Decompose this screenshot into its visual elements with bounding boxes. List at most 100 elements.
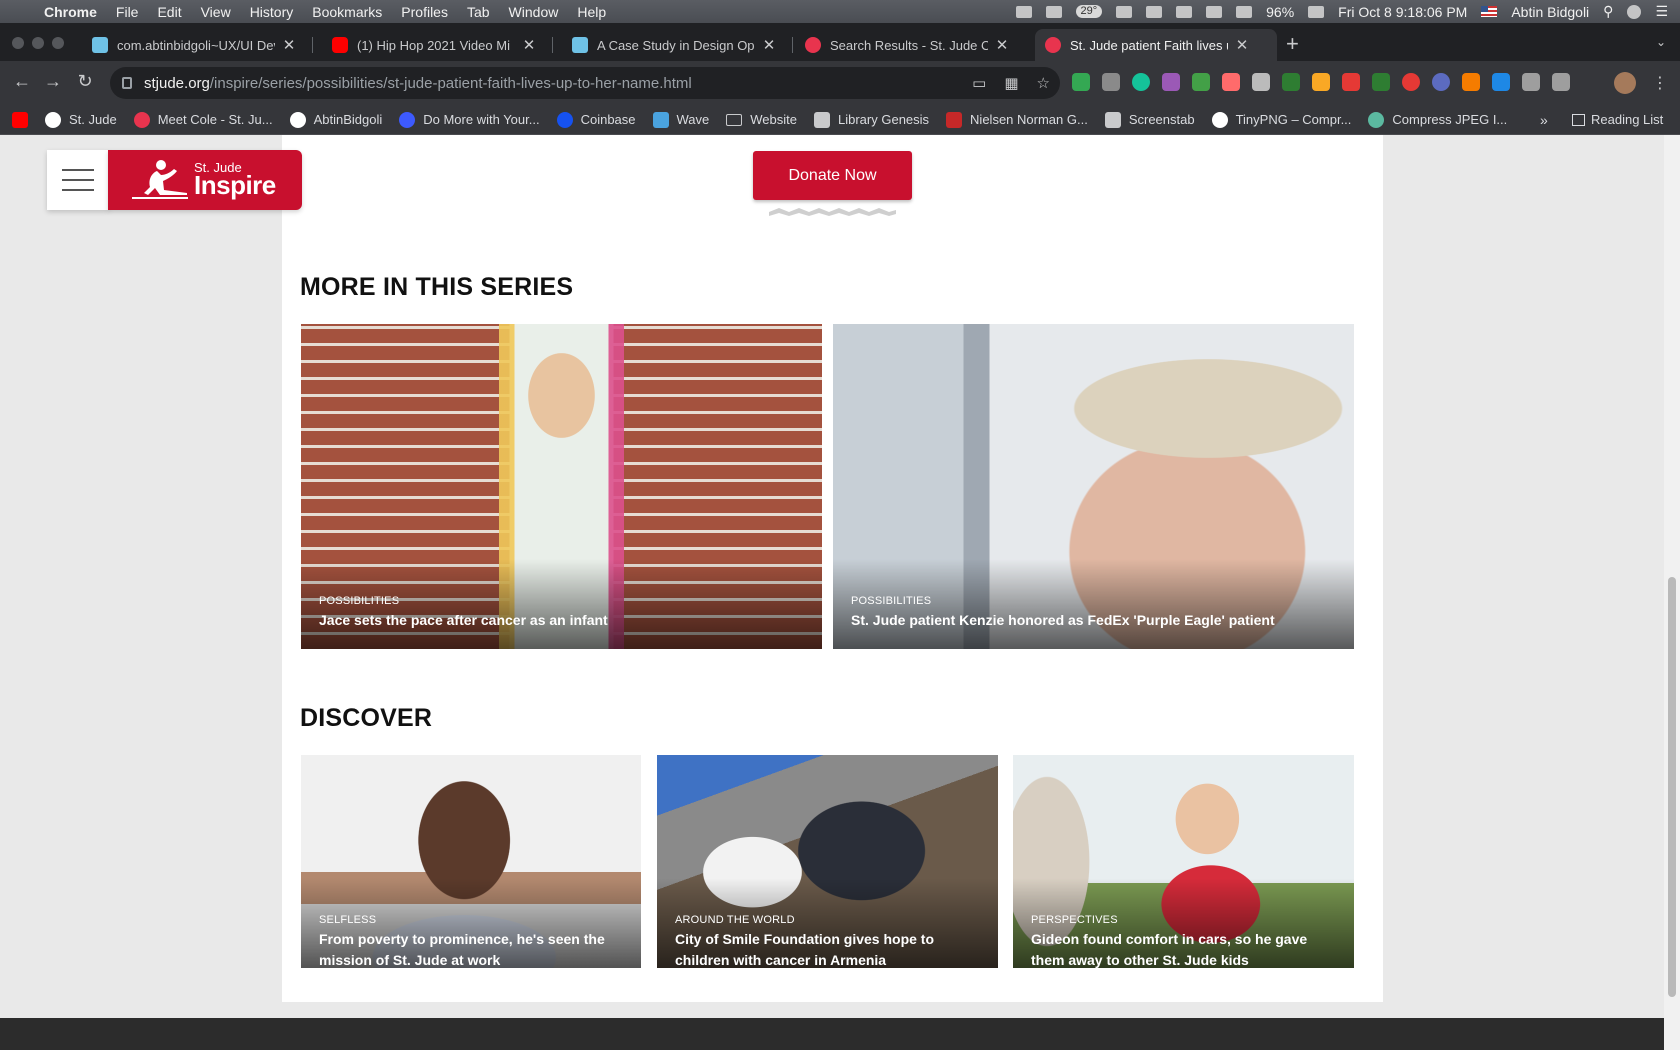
color-picker-icon[interactable] [1222,73,1240,91]
extension-icon[interactable] [1192,73,1210,91]
card-title[interactable]: Jace sets the pace after cancer as an in… [319,610,792,631]
card-title[interactable]: St. Jude patient Kenzie honored as FedEx… [851,610,1324,631]
extension-icon[interactable] [1162,73,1180,91]
calendar-icon[interactable] [1045,5,1062,18]
extension-icon[interactable] [1312,73,1330,91]
metamask-icon[interactable] [1462,73,1480,91]
user-name[interactable]: Abtin Bidgoli [1511,4,1589,20]
extension-new-icon[interactable] [1492,73,1510,91]
card-title[interactable]: Gideon found comfort in cars, so he gave… [1031,929,1324,968]
extension-new-icon[interactable] [1282,73,1300,91]
battery-icon[interactable] [1308,5,1325,18]
scrollbar-thumb[interactable] [1668,577,1676,997]
tab-0[interactable]: com.abtinbidgoli~UX/UI Devel ✕ [82,29,313,61]
page-scrollbar[interactable] [1664,135,1680,1050]
extension-icon[interactable] [1102,73,1120,91]
more-bookmarks-icon[interactable]: » [1540,112,1548,128]
new-tab-icon[interactable]: + [1286,31,1299,57]
bookmark-youtube[interactable] [12,111,28,128]
lock-icon[interactable] [122,77,132,89]
discover-card-gideon[interactable]: PERSPECTIVES Gideon found comfort in car… [1013,755,1354,968]
reload-icon[interactable]: ↻ [74,71,96,92]
puzzle-icon[interactable] [1522,73,1540,91]
menu-window[interactable]: Window [509,4,559,20]
time-machine-icon[interactable] [1146,5,1163,18]
menu-view[interactable]: View [201,4,231,20]
bookmark-meet-cole[interactable]: Meet Cole - St. Ju... [133,111,273,128]
close-tab-icon[interactable]: ✕ [994,36,1010,54]
close-window-icon[interactable] [12,37,24,49]
battery-percent[interactable]: 96% [1266,4,1294,20]
address-bar[interactable]: stjude.org/inspire/series/possibilities/… [110,67,1060,99]
spotlight-icon[interactable]: ⚲ [1603,3,1613,20]
tab-3[interactable]: Search Results - St. Jude Chil ✕ [795,29,1027,61]
us-flag-icon[interactable] [1481,6,1498,17]
donate-now-button[interactable]: Donate Now [753,151,912,200]
tab-1[interactable]: (1) Hip Hop 2021 Video Mi ✕ [322,29,553,61]
bookmark-website-folder[interactable]: Website [726,112,797,127]
close-tab-icon[interactable]: ✕ [281,36,297,54]
menu-profiles[interactable]: Profiles [401,4,448,20]
cloud-icon[interactable] [1015,5,1032,18]
abp-icon[interactable] [1402,73,1420,91]
extension-icon[interactable] [1252,73,1270,91]
bookmark-do-more[interactable]: Do More with Your... [399,111,540,128]
bookmark-screenstab[interactable]: Screenstab [1104,111,1195,128]
back-icon[interactable]: ← [11,71,33,92]
section-title-series: MORE IN THIS SERIES [300,273,574,301]
airplay-icon[interactable] [1116,5,1133,18]
tab-search-chevron-icon[interactable]: ⌄ [1656,35,1666,49]
close-tab-icon[interactable]: ✕ [521,36,537,54]
tab-2[interactable]: A Case Study in Design Operat ✕ [562,29,793,61]
youtube-extension-icon[interactable] [1342,73,1360,91]
bookmark-nielsen-norman[interactable]: Nielsen Norman G... [946,111,1088,128]
qr-code-icon[interactable]: ▦ [1004,74,1018,92]
bookmark-coinbase[interactable]: Coinbase [556,111,636,128]
series-card-jace[interactable]: POSSIBILITIES Jace sets the pace after c… [301,324,822,649]
discover-card-selfless[interactable]: SELFLESS From poverty to prominence, he'… [301,755,641,968]
reading-list-button[interactable]: Reading List [1572,112,1663,127]
media-icon[interactable] [1552,73,1570,91]
grammarly-icon[interactable] [1132,73,1150,91]
profile-avatar[interactable] [1614,72,1636,94]
book-icon [814,111,830,128]
cast-icon[interactable]: ▭ [972,74,986,92]
weather-badge[interactable]: 29° [1075,5,1103,18]
chrome-menu-icon[interactable]: ⋮ [1652,73,1668,93]
google-drive-icon[interactable] [1072,73,1090,91]
shield-icon[interactable] [1372,73,1390,91]
bookmark-st-jude[interactable]: St. Jude [45,111,117,128]
menu-app-chrome[interactable]: Chrome [44,4,97,20]
bookmark-star-icon[interactable]: ☆ [1037,74,1050,92]
close-tab-icon[interactable]: ✕ [1234,36,1250,54]
menu-history[interactable]: History [250,4,294,20]
extension-icon[interactable] [1432,73,1450,91]
menu-edit[interactable]: Edit [157,4,181,20]
discover-card-armenia[interactable]: AROUND THE WORLD City of Smile Foundatio… [657,755,998,968]
tab-4-active[interactable]: St. Jude patient Faith lives up t ✕ [1035,29,1277,61]
card-title[interactable]: City of Smile Foundation gives hope to c… [675,929,968,968]
control-center-icon[interactable]: ☰ [1655,3,1668,20]
bluetooth-icon[interactable] [1176,5,1193,18]
bookmark-github[interactable]: AbtinBidgoli [289,111,382,128]
menu-help[interactable]: Help [577,4,606,20]
wifi-icon[interactable] [1206,5,1223,18]
menu-file[interactable]: File [116,4,139,20]
bookmark-compress-jpeg[interactable]: Compress JPEG I... [1368,111,1507,128]
volume-icon[interactable] [1236,5,1253,18]
series-card-kenzie[interactable]: POSSIBILITIES St. Jude patient Kenzie ho… [833,324,1354,649]
forward-icon[interactable]: → [42,71,64,92]
hamburger-menu-icon[interactable] [47,150,109,210]
menu-tab[interactable]: Tab [467,4,490,20]
menu-bookmarks[interactable]: Bookmarks [312,4,382,20]
close-tab-icon[interactable]: ✕ [761,36,777,54]
clock[interactable]: Fri Oct 8 9:18:06 PM [1338,4,1467,20]
bookmark-tinypng[interactable]: TinyPNG – Compr... [1211,111,1351,128]
siri-icon[interactable] [1627,4,1642,19]
st-jude-inspire-logo[interactable]: St. Jude Inspire [108,150,302,210]
zoom-window-icon[interactable] [52,37,64,49]
bookmark-wave[interactable]: Wave [652,111,709,128]
minimize-window-icon[interactable] [32,37,44,49]
card-title[interactable]: From poverty to prominence, he's seen th… [319,929,611,968]
bookmark-library-genesis[interactable]: Library Genesis [814,111,929,128]
